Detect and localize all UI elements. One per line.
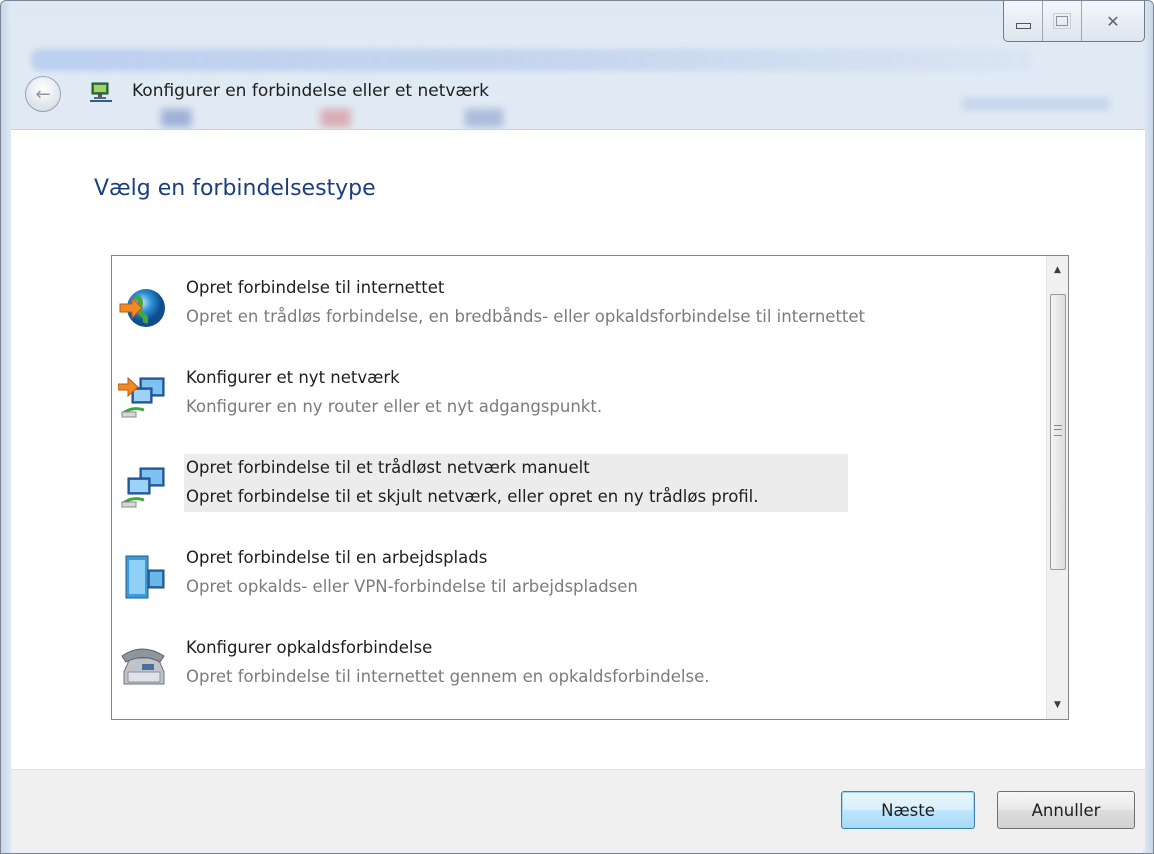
option-title: Opret forbindelse til et trådløst netvær…	[186, 458, 590, 477]
option-title: Opret forbindelse til internettet	[186, 278, 445, 297]
maximize-button[interactable]	[1043, 1, 1082, 41]
grip-icon	[1054, 425, 1062, 436]
minimize-icon	[1015, 23, 1031, 29]
option-title: Opret forbindelse til en arbejdsplads	[186, 548, 488, 567]
minimize-button[interactable]	[1004, 1, 1043, 41]
glass-background-blur-icons	[161, 109, 541, 127]
list-item-wireless-manual[interactable]: Opret forbindelse til et trådløst netvær…	[112, 454, 1052, 538]
connection-type-list[interactable]: Opret forbindelse til internettet Opret …	[111, 255, 1069, 720]
scroll-thumb[interactable]	[1050, 294, 1066, 570]
option-description: Opret forbindelse til et skjult netværk,…	[186, 487, 759, 506]
window-left-border	[1, 1, 11, 853]
option-title: Konfigurer opkaldsforbindelse	[186, 638, 433, 657]
scroll-down-button[interactable]: ▼	[1047, 695, 1068, 715]
list-item-new-network[interactable]: Konfigurer et nyt netværk Konfigurer en …	[112, 368, 1052, 448]
option-description: Opret en trådløs forbindelse, en bredbån…	[186, 307, 866, 326]
option-description: Opret forbindelse til internettet gennem…	[186, 667, 710, 686]
glass-background-blur	[31, 49, 1031, 71]
list-item-internet[interactable]: Opret forbindelse til internettet Opret …	[112, 278, 1052, 358]
network-wizard-icon	[90, 82, 112, 102]
content-area: Vælg en forbindelsestype Opret forbindel…	[11, 129, 1145, 770]
vertical-scrollbar[interactable]: ▲ ▼	[1046, 256, 1068, 719]
caption-buttons: ✕	[1003, 1, 1145, 42]
wireless-network-icon	[121, 467, 165, 508]
list-item-workplace[interactable]: Opret forbindelse til en arbejdsplads Op…	[112, 548, 1052, 628]
back-arrow-icon: ←	[35, 83, 51, 105]
globe-connect-icon	[119, 289, 165, 327]
page-heading: Vælg en forbindelsestype	[94, 176, 376, 201]
maximize-icon	[1053, 13, 1071, 29]
option-description: Konfigurer en ny router eller et nyt adg…	[186, 397, 603, 416]
next-button[interactable]: Næste	[841, 791, 975, 829]
footer-bar: Næste Annuller	[11, 769, 1145, 850]
option-title: Konfigurer et nyt netværk	[186, 368, 400, 387]
scroll-up-button[interactable]: ▲	[1047, 260, 1068, 280]
wizard-title: Konfigurer en forbindelse eller et netvæ…	[132, 81, 489, 101]
window-frame: ✕ ← Konfigurer en forbindelse eller et n…	[0, 0, 1154, 854]
list-item-dialup[interactable]: Konfigurer opkaldsforbindelse Opret forb…	[112, 638, 1052, 718]
network-setup-icon	[118, 376, 165, 418]
workplace-building-icon	[125, 555, 165, 599]
option-description: Opret opkalds- eller VPN-forbindelse til…	[186, 577, 638, 596]
close-button[interactable]: ✕	[1082, 1, 1144, 41]
arrow-up-icon: ▲	[1054, 265, 1061, 275]
back-button[interactable]: ←	[25, 76, 61, 112]
glass-background-blur-link	[961, 97, 1111, 111]
arrow-down-icon: ▼	[1054, 700, 1061, 710]
close-icon: ✕	[1106, 11, 1120, 31]
telephone-modem-icon	[121, 648, 165, 685]
cancel-button[interactable]: Annuller	[997, 791, 1135, 829]
